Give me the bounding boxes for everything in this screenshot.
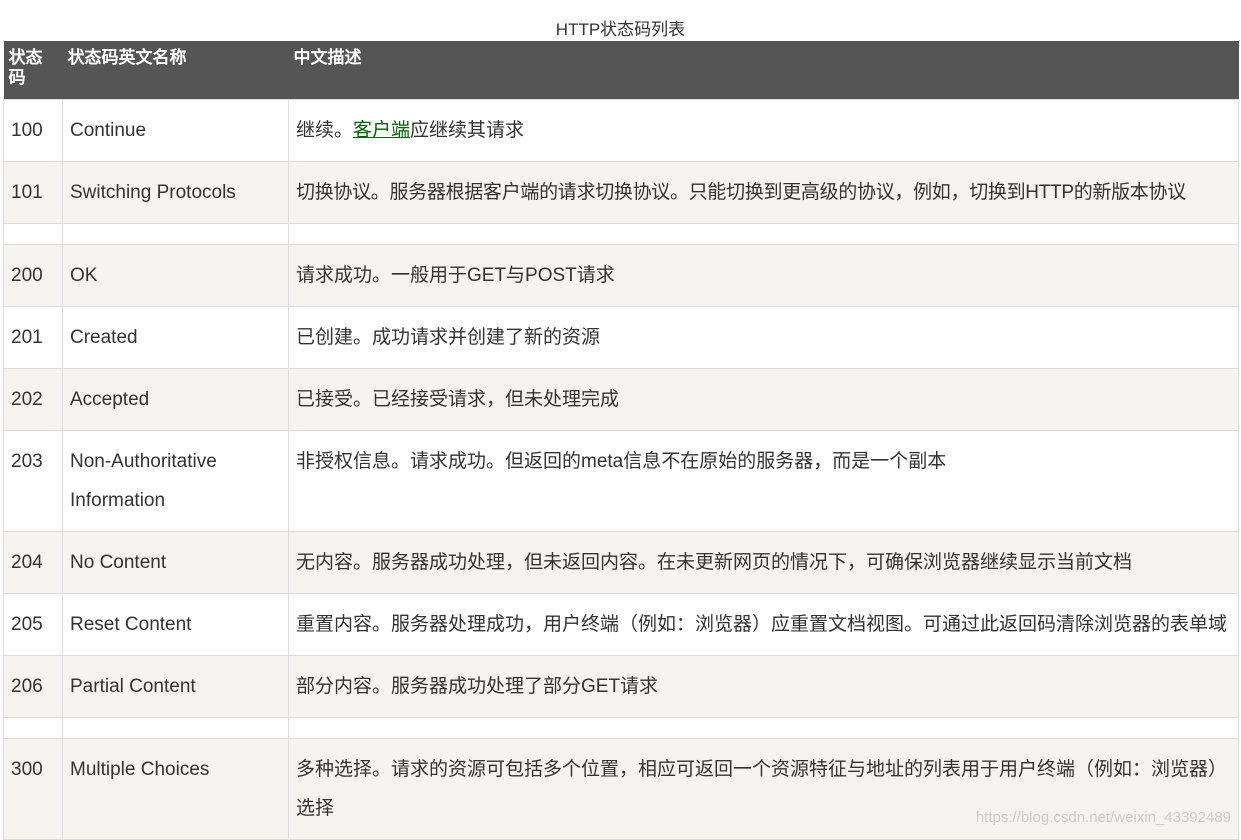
table-row: 206 Partial Content 部分内容。服务器成功处理了部分GET请求 [3, 654, 1239, 718]
status-name: Accepted [62, 367, 289, 431]
status-desc: 已接受。已经接受请求，但未处理完成 [288, 367, 1239, 431]
status-code: 202 [3, 367, 63, 431]
table-row: 204 No Content 无内容。服务器成功处理，但未返回内容。在未更新网页… [3, 530, 1239, 594]
table-caption: HTTP状态码列表 [555, 20, 686, 39]
status-code: 201 [3, 305, 63, 369]
status-code: 100 [3, 98, 63, 162]
status-code: 206 [3, 654, 63, 718]
status-name: Non-Authoritative Information [62, 429, 289, 532]
status-name: Switching Protocols [62, 160, 289, 224]
status-desc: 已创建。成功请求并创建了新的资源 [288, 305, 1239, 369]
status-name: Reset Content [62, 592, 289, 656]
status-name: Partial Content [62, 654, 289, 718]
status-code: 200 [3, 243, 63, 307]
status-name: Multiple Choices [62, 737, 289, 840]
table-row: 203 Non-Authoritative Information 非授权信息。… [3, 429, 1239, 532]
status-desc: 请求成功。一般用于GET与POST请求 [288, 243, 1239, 307]
table-row: 205 Reset Content 重置内容。服务器处理成功，用户终端（例如：浏… [3, 592, 1239, 656]
header-name: 状态码英文名称 [62, 41, 289, 99]
status-code: 101 [3, 160, 63, 224]
header-code: 状态码 [3, 41, 63, 99]
group-spacer-row [3, 222, 1239, 245]
status-code: 300 [3, 737, 63, 840]
table-row: 200 OK 请求成功。一般用于GET与POST请求 [3, 243, 1239, 307]
watermark: https://blog.csdn.net/weixin_43392489 [975, 809, 1231, 826]
client-link[interactable]: 客户端 [353, 120, 410, 141]
status-desc: 部分内容。服务器成功处理了部分GET请求 [288, 654, 1239, 718]
status-name: Continue [62, 98, 289, 162]
status-desc: 切换协议。服务器根据客户端的请求切换协议。只能切换到更高级的协议，例如，切换到H… [288, 160, 1239, 224]
status-desc: 非授权信息。请求成功。但返回的meta信息不在原始的服务器，而是一个副本 [288, 429, 1239, 532]
table-row: 100 Continue 继续。客户端应继续其请求 [3, 98, 1239, 162]
status-name: OK [62, 243, 289, 307]
status-code: 205 [3, 592, 63, 656]
http-status-table: 状态码 状态码英文名称 中文描述 100 Continue 继续。客户端应继续其… [3, 41, 1239, 840]
table-row: 201 Created 已创建。成功请求并创建了新的资源 [3, 305, 1239, 369]
table-row: 101 Switching Protocols 切换协议。服务器根据客户端的请求… [3, 160, 1239, 224]
table-row: 202 Accepted 已接受。已经接受请求，但未处理完成 [3, 367, 1239, 431]
desc-text: 继续。 [296, 119, 354, 141]
status-name: Created [62, 305, 289, 369]
status-desc: 重置内容。服务器处理成功，用户终端（例如：浏览器）应重置文档视图。可通过此返回码… [288, 592, 1239, 656]
table-header-row: 状态码 状态码英文名称 中文描述 [3, 41, 1239, 99]
status-name: No Content [62, 530, 289, 594]
status-code: 203 [3, 429, 63, 532]
status-desc: 无内容。服务器成功处理，但未返回内容。在未更新网页的情况下，可确保浏览器继续显示… [288, 530, 1239, 594]
group-spacer-row [3, 716, 1239, 739]
header-desc: 中文描述 [288, 41, 1239, 99]
status-desc: 继续。客户端应继续其请求 [288, 98, 1239, 162]
status-code: 204 [3, 530, 63, 594]
desc-text: 应继续其请求 [410, 119, 525, 141]
